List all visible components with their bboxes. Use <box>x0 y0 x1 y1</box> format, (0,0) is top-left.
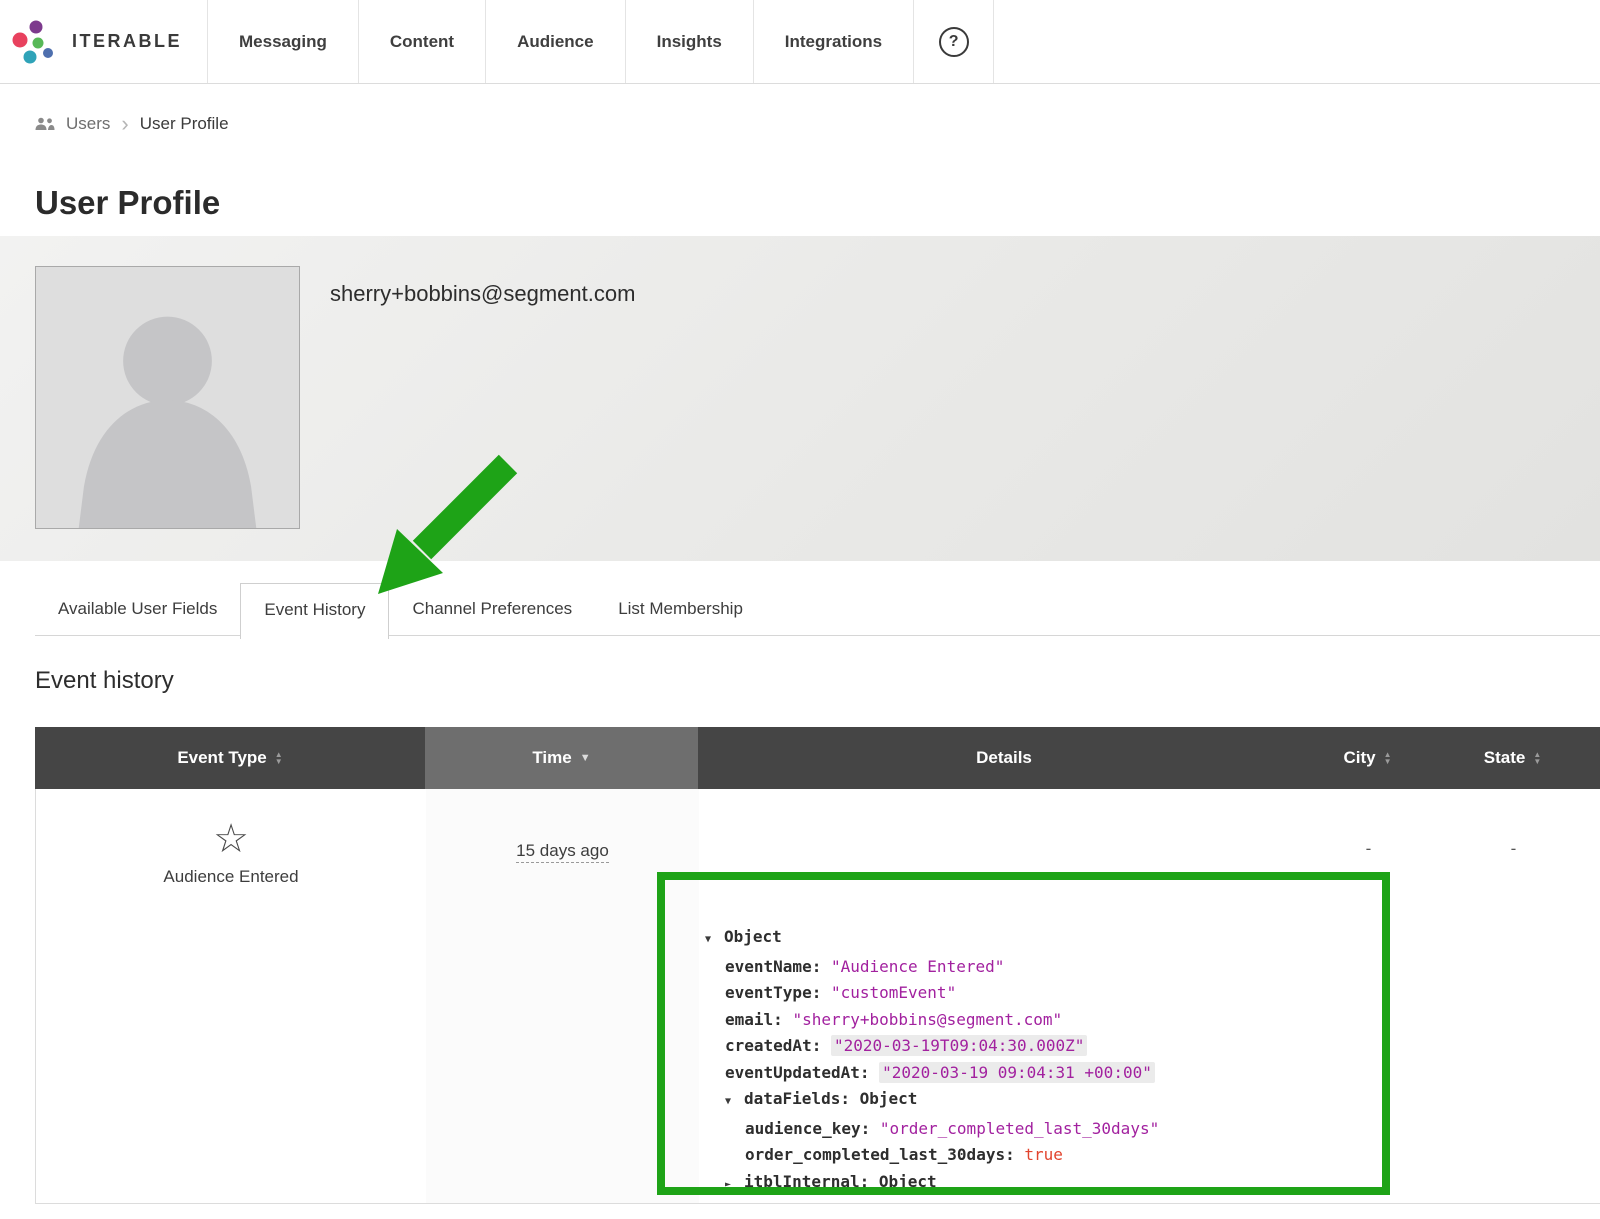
json-value: "Audience Entered" <box>831 957 1004 976</box>
json-line: eventType: "customEvent" <box>705 980 1311 1007</box>
profile-tabs: Available User Fields Event History Chan… <box>35 583 1600 640</box>
tab-available-user-fields[interactable]: Available User Fields <box>35 583 240 635</box>
json-key: dataFields: <box>744 1089 860 1108</box>
json-line: eventUpdatedAt: "2020-03-19 09:04:31 +00… <box>705 1060 1311 1087</box>
nav-item-audience[interactable]: Audience <box>486 0 626 83</box>
expand-icon[interactable]: ► <box>725 1172 744 1199</box>
star-icon: ☆ <box>36 819 426 859</box>
collapse-icon[interactable]: ▼ <box>725 1089 744 1116</box>
nav-item-messaging[interactable]: Messaging <box>208 0 359 83</box>
event-type-label: Audience Entered <box>36 867 426 887</box>
time-cell: 15 days ago <box>426 789 699 1203</box>
sort-desc-icon: ▼ <box>580 752 591 764</box>
json-key: email: <box>725 1010 792 1029</box>
breadcrumb-users-link[interactable]: Users <box>66 114 110 134</box>
sort-icon: ▲▼ <box>1384 751 1392 765</box>
json-value: Object <box>724 927 782 946</box>
state-cell: - <box>1426 789 1600 1203</box>
json-value: "sherry+bobbins@segment.com" <box>792 1010 1062 1029</box>
profile-header: sherry+bobbins@segment.com <box>0 236 1600 561</box>
user-profile-page: ITERABLE Messaging Content Audience Insi… <box>0 0 1600 1219</box>
breadcrumb: Users › User Profile <box>35 114 1600 134</box>
city-cell: - <box>1311 789 1426 1203</box>
json-value: "customEvent" <box>831 983 956 1002</box>
column-label: City <box>1343 748 1375 768</box>
relative-time[interactable]: 15 days ago <box>516 841 609 863</box>
details-cell: ▼ObjecteventName: "Audience Entered"even… <box>699 789 1311 1203</box>
column-header-details: Details <box>698 727 1310 789</box>
column-label: Details <box>976 748 1032 768</box>
json-line: audience_key: "order_completed_last_30da… <box>705 1116 1311 1143</box>
users-icon <box>35 117 55 131</box>
json-line: createdAt: "2020-03-19T09:04:30.000Z" <box>705 1033 1311 1060</box>
sort-icon: ▲▼ <box>1533 751 1541 765</box>
column-label: State <box>1484 748 1526 768</box>
json-value: true <box>1024 1145 1063 1164</box>
page-title: User Profile <box>35 184 1600 224</box>
json-value: Object <box>860 1089 918 1108</box>
iterable-logo-icon <box>12 19 58 65</box>
column-header-city[interactable]: City ▲▼ <box>1310 727 1425 789</box>
column-header-state[interactable]: State ▲▼ <box>1425 727 1600 789</box>
nav-item-integrations[interactable]: Integrations <box>754 0 914 83</box>
json-value: "2020-03-19T09:04:30.000Z" <box>831 1035 1087 1056</box>
tab-channel-preferences[interactable]: Channel Preferences <box>389 583 595 635</box>
breadcrumb-chevron-icon: › <box>121 117 128 131</box>
column-header-time[interactable]: Time ▼ <box>425 727 698 789</box>
event-history-table: Event Type ▲▼ Time ▼ Details City ▲▼ Sta… <box>35 727 1600 1204</box>
json-line: eventName: "Audience Entered" <box>705 954 1311 981</box>
collapse-icon[interactable]: ▼ <box>705 927 724 954</box>
json-key: eventType: <box>725 983 831 1002</box>
nav-item-insights[interactable]: Insights <box>626 0 754 83</box>
json-line: order_completed_last_30days: true <box>705 1142 1311 1169</box>
json-line: ►itblInternal: Object <box>705 1169 1311 1199</box>
profile-email: sherry+bobbins@segment.com <box>330 281 635 307</box>
sort-icon: ▲▼ <box>275 751 283 765</box>
column-label: Event Type <box>177 748 266 768</box>
json-value: Object <box>879 1172 937 1191</box>
json-value: "2020-03-19 09:04:31 +00:00" <box>879 1062 1155 1083</box>
event-history-heading: Event history <box>35 667 1600 696</box>
json-key: createdAt: <box>725 1036 831 1055</box>
json-key: eventName: <box>725 957 831 976</box>
breadcrumb-current: User Profile <box>140 114 229 134</box>
brand-name: ITERABLE <box>72 31 182 52</box>
tab-list-membership[interactable]: List Membership <box>595 583 766 635</box>
json-key: audience_key: <box>745 1119 880 1138</box>
table-header-row: Event Type ▲▼ Time ▼ Details City ▲▼ Sta… <box>35 727 1600 789</box>
column-label: Time <box>532 748 571 768</box>
json-key: order_completed_last_30days: <box>745 1145 1024 1164</box>
json-value: "order_completed_last_30days" <box>880 1119 1159 1138</box>
brand-home-link[interactable]: ITERABLE <box>0 0 208 83</box>
json-line: email: "sherry+bobbins@segment.com" <box>705 1007 1311 1034</box>
json-line: ▼dataFields: Object <box>705 1086 1311 1116</box>
json-line: ▼Object <box>705 924 1311 954</box>
details-json: ▼ObjecteventName: "Audience Entered"even… <box>705 924 1311 1198</box>
avatar <box>35 266 300 529</box>
json-key: itblInternal: <box>744 1172 879 1191</box>
tab-event-history[interactable]: Event History <box>240 583 389 639</box>
primary-nav: Messaging Content Audience Insights Inte… <box>208 0 914 83</box>
help-icon: ? <box>939 27 969 57</box>
help-button[interactable]: ? <box>914 0 994 83</box>
column-header-event-type[interactable]: Event Type ▲▼ <box>35 727 425 789</box>
top-nav: ITERABLE Messaging Content Audience Insi… <box>0 0 1600 84</box>
nav-item-content[interactable]: Content <box>359 0 486 83</box>
table-row: ☆ Audience Entered 15 days ago ▼Objectev… <box>35 789 1600 1204</box>
event-type-cell: ☆ Audience Entered <box>36 789 426 1203</box>
json-key: eventUpdatedAt: <box>725 1063 879 1082</box>
